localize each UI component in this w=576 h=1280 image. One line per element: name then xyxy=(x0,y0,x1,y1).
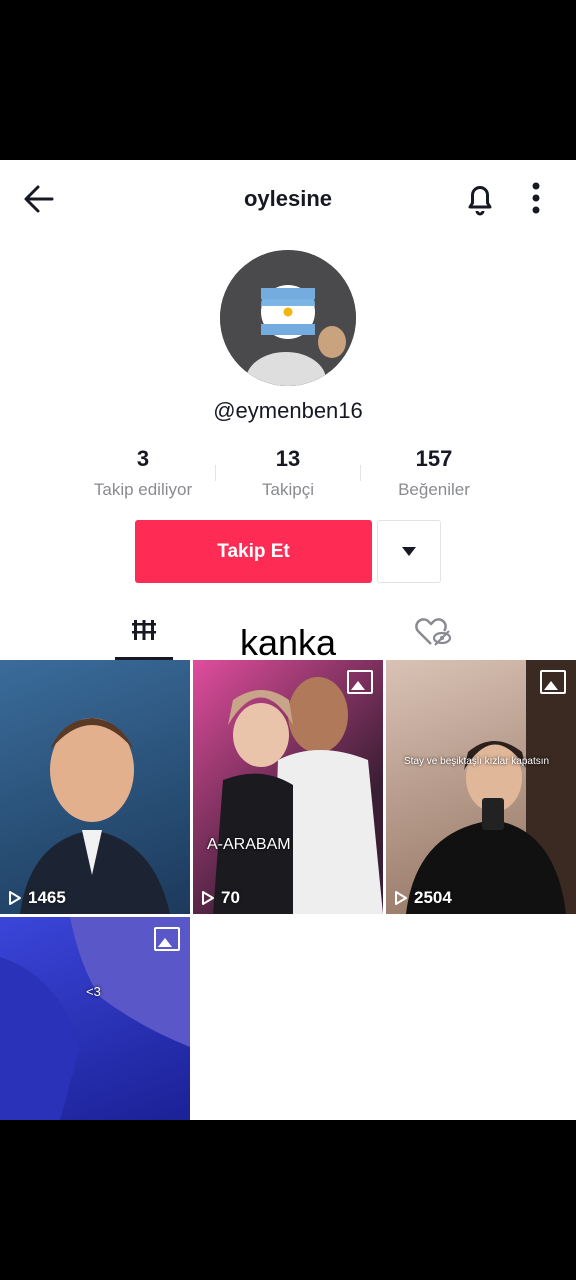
follow-button[interactable]: Takip Et xyxy=(135,520,372,583)
play-icon xyxy=(9,891,21,905)
video-thumbnail xyxy=(213,677,383,914)
profile-screen: oylesine @eymenben16 3 Takip ediliyor 13 xyxy=(0,160,576,1120)
video-tile[interactable]: A-ARABAM 70 xyxy=(193,660,383,914)
video-overlay-text: Stay ve beşiktaşlı kızlar kapatsın xyxy=(404,756,550,767)
view-count: 70 xyxy=(201,888,240,908)
video-thumbnail xyxy=(20,718,170,914)
stat-likes-count: 157 xyxy=(415,446,453,471)
avatar[interactable] xyxy=(220,250,356,386)
avatar-image xyxy=(220,250,356,386)
stat-following-count: 3 xyxy=(136,446,150,471)
play-icon xyxy=(202,891,214,905)
view-count: 2504 xyxy=(394,888,452,908)
suggested-accounts-dropdown[interactable] xyxy=(377,520,441,583)
photo-icon xyxy=(540,670,566,694)
video-overlay-text: <3 xyxy=(86,984,101,999)
video-tile[interactable]: <3 xyxy=(0,917,190,1120)
video-caption-overlay: kanka xyxy=(239,622,337,663)
photo-icon xyxy=(347,670,373,694)
stat-following[interactable]: 3 Takip ediliyor xyxy=(63,446,223,500)
video-tile[interactable]: Stay ve beşiktaşlı kızlar kapatsın 2504 xyxy=(386,660,576,914)
video-tile[interactable]: 1465 xyxy=(0,660,190,914)
view-count-value: 1465 xyxy=(28,888,66,907)
play-icon xyxy=(395,891,407,905)
stat-followers-count: 13 xyxy=(275,446,301,471)
view-count: 1465 xyxy=(8,888,66,908)
video-overlay-text: A-ARABAM xyxy=(207,836,291,853)
stat-following-label: Takip ediliyor xyxy=(93,480,193,499)
photo-icon xyxy=(154,927,180,951)
more-icon[interactable] xyxy=(522,180,550,216)
stat-followers[interactable]: 13 Takipçi xyxy=(208,446,368,500)
stat-likes[interactable]: 157 Beğeniler xyxy=(354,446,514,500)
view-count-value: 70 xyxy=(221,888,240,907)
caret-down-icon xyxy=(402,547,416,556)
stat-followers-label: Takipçi xyxy=(262,480,314,499)
video-thumbnail xyxy=(406,660,576,914)
bell-icon[interactable] xyxy=(462,180,498,216)
top-bar: oylesine xyxy=(0,160,576,240)
stat-likes-label: Beğeniler xyxy=(398,480,470,499)
view-count-value: 2504 xyxy=(414,888,452,907)
profile-handle: @eymenben16 xyxy=(213,398,363,423)
